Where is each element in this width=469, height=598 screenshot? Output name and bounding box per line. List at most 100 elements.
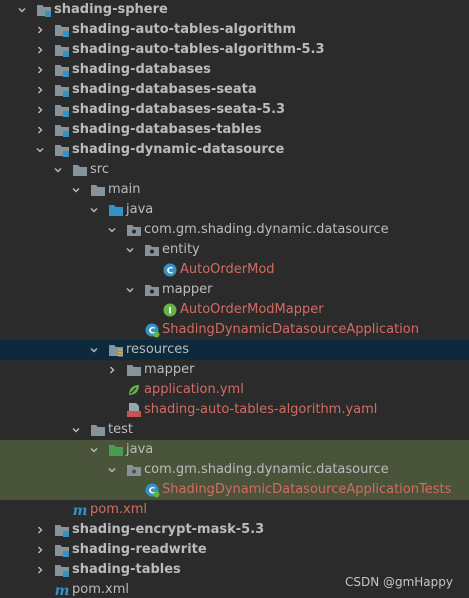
- tree-label: shading-databases: [72, 62, 211, 77]
- chevron-down-icon[interactable]: [18, 6, 26, 14]
- svg-text:m: m: [73, 503, 88, 518]
- folder-icon: [90, 182, 106, 198]
- chevron-right-icon[interactable]: [36, 526, 44, 534]
- tree-label: mapper: [162, 282, 213, 297]
- tree-label: AutoOrderMod: [180, 262, 275, 277]
- tree-row-folder[interactable]: src: [0, 160, 469, 180]
- tree-row-module[interactable]: shading-databases-seata-5.3: [0, 100, 469, 120]
- chevron-down-icon[interactable]: [108, 226, 116, 234]
- tree-row-file[interactable]: shading-auto-tables-algorithm.yaml: [0, 400, 469, 420]
- tree-label: pom.xml: [90, 502, 147, 517]
- tree-row-module[interactable]: shading-auto-tables-algorithm: [0, 20, 469, 40]
- tree-label: entity: [162, 242, 200, 257]
- tree-row-test-source-folder[interactable]: java: [0, 440, 469, 460]
- chevron-down-icon[interactable]: [126, 286, 134, 294]
- chevron-right-icon[interactable]: [36, 46, 44, 54]
- tree-row-folder[interactable]: mapper: [0, 360, 469, 380]
- chevron-right-icon[interactable]: [36, 26, 44, 34]
- chevron-right-icon[interactable]: [36, 566, 44, 574]
- tree-label: mapper: [144, 362, 195, 377]
- svg-text:I: I: [168, 307, 171, 317]
- tree-label: shading-databases-tables: [72, 122, 262, 137]
- module-folder-icon: [54, 122, 70, 138]
- resources-folder-icon: [108, 342, 124, 358]
- svg-text:C: C: [167, 267, 174, 277]
- svg-text:m: m: [55, 583, 70, 598]
- tree-label: ShadingDynamicDatasourceApplication: [162, 322, 419, 337]
- tree-row-resources[interactable]: resources: [0, 340, 469, 360]
- chevron-down-icon[interactable]: [72, 426, 80, 434]
- chevron-down-icon[interactable]: [90, 206, 98, 214]
- maven-icon: m: [72, 502, 88, 518]
- watermark: CSDN @gmHappy: [344, 575, 453, 589]
- tree-label: shading-dynamic-datasource: [72, 142, 285, 157]
- tree-row-interface[interactable]: I AutoOrderModMapper: [0, 300, 469, 320]
- tree-label: java: [126, 442, 154, 457]
- tree-label: shading-databases-seata-5.3: [72, 102, 286, 117]
- tree-label: pom.xml: [72, 582, 129, 597]
- module-folder-icon: [54, 102, 70, 118]
- module-folder-icon: [54, 82, 70, 98]
- chevron-right-icon[interactable]: [36, 66, 44, 74]
- chevron-right-icon[interactable]: [108, 366, 116, 374]
- chevron-down-icon[interactable]: [90, 346, 98, 354]
- module-folder-icon: [54, 542, 70, 558]
- tree-row-module[interactable]: shading-readwrite: [0, 540, 469, 560]
- tree-label: shading-auto-tables-algorithm-5.3: [72, 42, 325, 57]
- tree-label: shading-auto-tables-algorithm.yaml: [144, 402, 378, 417]
- tree-row-package[interactable]: entity: [0, 240, 469, 260]
- tree-label: resources: [126, 342, 190, 357]
- test-class-icon: C: [144, 482, 160, 498]
- tree-row-module[interactable]: shading-dynamic-datasource: [0, 140, 469, 160]
- tree-row-module[interactable]: shading-encrypt-mask-5.3: [0, 520, 469, 540]
- tree-label: java: [126, 202, 154, 217]
- class-icon: C: [162, 262, 178, 278]
- tree-row-package[interactable]: com.gm.shading.dynamic.datasource: [0, 220, 469, 240]
- tree-row-class[interactable]: C AutoOrderMod: [0, 260, 469, 280]
- module-folder-icon: [54, 22, 70, 38]
- project-tree: shading-sphere shading-auto-tables-algor…: [0, 0, 469, 598]
- tree-row-source-folder[interactable]: java: [0, 200, 469, 220]
- tree-row-file[interactable]: application.yml: [0, 380, 469, 400]
- tree-row-shading-sphere[interactable]: shading-sphere: [0, 0, 469, 20]
- chevron-down-icon[interactable]: [36, 146, 44, 154]
- chevron-right-icon[interactable]: [36, 86, 44, 94]
- folder-icon: [72, 162, 88, 178]
- tree-row-module[interactable]: shading-databases: [0, 60, 469, 80]
- tree-row-file[interactable]: m pom.xml: [0, 500, 469, 520]
- chevron-right-icon[interactable]: [36, 546, 44, 554]
- folder-icon: [126, 362, 142, 378]
- test-source-folder-icon: [108, 442, 124, 458]
- chevron-down-icon[interactable]: [108, 466, 116, 474]
- spring-yml-file-icon: [126, 382, 142, 398]
- tree-label: shading-sphere: [54, 2, 168, 17]
- module-folder-icon: [54, 562, 70, 578]
- chevron-right-icon[interactable]: [36, 126, 44, 134]
- source-folder-icon: [108, 202, 124, 218]
- chevron-down-icon[interactable]: [90, 446, 98, 454]
- module-folder-icon: [54, 42, 70, 58]
- tree-label: AutoOrderModMapper: [180, 302, 324, 317]
- chevron-down-icon[interactable]: [54, 166, 62, 174]
- tree-label: ShadingDynamicDatasourceApplicationTests: [162, 482, 452, 497]
- module-folder-icon: [54, 62, 70, 78]
- chevron-right-icon[interactable]: [36, 106, 44, 114]
- maven-icon: m: [54, 582, 70, 598]
- module-folder-icon: [54, 522, 70, 538]
- tree-row-module[interactable]: shading-databases-tables: [0, 120, 469, 140]
- tree-row-module[interactable]: shading-auto-tables-algorithm-5.3: [0, 40, 469, 60]
- chevron-down-icon[interactable]: [72, 186, 80, 194]
- tree-label: com.gm.shading.dynamic.datasource: [144, 462, 389, 477]
- tree-label: main: [108, 182, 141, 197]
- package-icon: [126, 462, 142, 478]
- chevron-down-icon[interactable]: [126, 246, 134, 254]
- tree-row-folder[interactable]: main: [0, 180, 469, 200]
- tree-row-class[interactable]: C ShadingDynamicDatasourceApplication: [0, 320, 469, 340]
- tree-row-folder[interactable]: test: [0, 420, 469, 440]
- tree-row-module[interactable]: shading-databases-seata: [0, 80, 469, 100]
- tree-row-package[interactable]: mapper: [0, 280, 469, 300]
- tree-row-class[interactable]: C ShadingDynamicDatasourceApplicationTes…: [0, 480, 469, 500]
- tree-row-package[interactable]: com.gm.shading.dynamic.datasource: [0, 460, 469, 480]
- tree-label: shading-encrypt-mask-5.3: [72, 522, 265, 537]
- tree-label: application.yml: [144, 382, 244, 397]
